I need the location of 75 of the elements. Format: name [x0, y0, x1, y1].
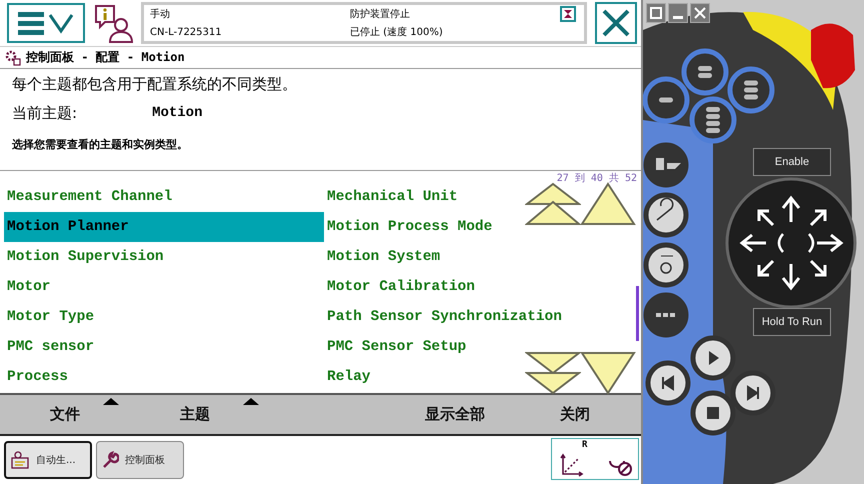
close-button[interactable]	[690, 3, 710, 23]
list-item[interactable]: Measurement Channel	[4, 182, 172, 212]
breadcrumb-title: 控制面板 - 配置 - Motion	[26, 49, 185, 66]
list-item[interactable]: Motion Supervision	[4, 242, 164, 272]
page-up-button[interactable]	[525, 182, 581, 226]
jog-icon	[560, 453, 584, 477]
joystick-arrows-icon[interactable]	[740, 196, 844, 290]
list-item[interactable]: Relay	[324, 362, 371, 392]
current-topic-value: Motion	[152, 105, 202, 121]
emergency-stop-button[interactable]	[811, 24, 855, 88]
down-arrow-icon	[580, 351, 636, 395]
control-panel-icon	[5, 50, 21, 66]
quickset-button[interactable]: R	[551, 438, 639, 480]
enable-button[interactable]: Enable	[753, 148, 831, 176]
up-arrow-icon	[580, 182, 636, 226]
double-down-arrow-icon	[525, 351, 581, 395]
pendant-key[interactable]	[728, 66, 774, 114]
pendant-key[interactable]	[690, 390, 736, 436]
close-button[interactable]	[595, 2, 637, 44]
double-up-arrow-icon	[525, 182, 581, 226]
list-item[interactable]: PMC sensor	[4, 332, 94, 362]
list-item[interactable]: Motor	[4, 272, 51, 302]
run-state: 已停止 (速度 100%)	[350, 26, 444, 39]
scroll-thumb[interactable]	[636, 286, 639, 341]
taskbar-label: 控制面板	[125, 454, 165, 467]
info-person-icon[interactable]	[93, 3, 133, 43]
menu-item[interactable]: 关闭	[515, 395, 635, 434]
list-item[interactable]: Mechanical Unit	[324, 182, 458, 212]
description-text: 每个主题都包含用于配置系统的不同类型。	[12, 75, 297, 95]
scroll-down-button[interactable]	[580, 351, 636, 395]
page-down-button[interactable]	[525, 351, 581, 395]
pendant-key[interactable]	[644, 142, 688, 188]
minimize-button[interactable]	[668, 3, 688, 23]
item-counter: 27 到 40 共 52	[556, 172, 637, 185]
menu-item[interactable]: 主题	[125, 395, 265, 434]
pendant-key[interactable]	[643, 76, 690, 124]
close-icon	[692, 5, 708, 21]
system-name: CN-L-7225311	[150, 26, 223, 38]
list-item[interactable]: Path Sensor Synchronization	[324, 302, 562, 332]
menu-item[interactable]: 文件	[5, 395, 125, 434]
restore-icon	[648, 5, 664, 21]
list-item[interactable]: Motion Planner	[4, 212, 324, 242]
pendant-key[interactable]	[690, 336, 736, 380]
list-item[interactable]: Motion System	[324, 242, 440, 272]
pendant-key[interactable]	[690, 96, 736, 144]
scroll-up-button[interactable]	[580, 182, 636, 226]
taskbar-button[interactable]: 控制面板	[96, 441, 184, 479]
list-item[interactable]: Motor Type	[4, 302, 94, 332]
menu-button[interactable]	[7, 3, 85, 43]
list-item[interactable]: Motor Calibration	[324, 272, 475, 302]
program-icon	[10, 450, 30, 470]
minimize-icon	[673, 16, 683, 18]
taskbar-label: 自动生...	[36, 454, 76, 467]
current-topic-label: 当前主题:	[12, 104, 78, 122]
safety-status: 防护装置停止	[350, 8, 411, 21]
pendant-key[interactable]	[644, 292, 688, 338]
taskbar-button[interactable]: 自动生...	[4, 441, 92, 479]
list-item[interactable]: Motion Process Mode	[324, 212, 492, 242]
pendant-key[interactable]	[646, 360, 690, 406]
pendant-key[interactable]	[644, 242, 688, 288]
hold-to-run-button[interactable]: Hold To Run	[753, 308, 831, 336]
menu-icon	[16, 10, 76, 36]
pendant-key[interactable]	[644, 192, 688, 238]
robot-label: R	[582, 440, 588, 450]
pendant-key[interactable]	[682, 48, 728, 96]
list-item[interactable]: PMC Sensor Setup	[324, 332, 466, 362]
pendant-key[interactable]	[730, 370, 776, 416]
status-icon[interactable]	[560, 6, 576, 22]
operating-mode: 手动	[150, 8, 171, 21]
instruction-text: 选择您需要查看的主题和实例类型。	[12, 137, 188, 152]
menu-item[interactable]: 显示全部	[395, 395, 515, 434]
restore-button[interactable]	[646, 3, 666, 23]
list-item[interactable]: Process	[4, 362, 68, 392]
close-icon	[601, 8, 631, 38]
wrench-icon	[101, 451, 119, 469]
